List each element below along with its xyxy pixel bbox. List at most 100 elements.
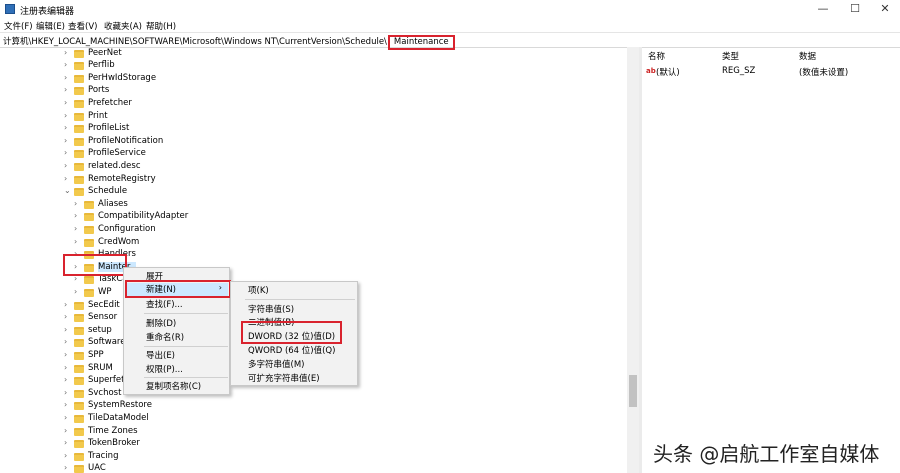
- folder-icon: [74, 452, 84, 461]
- maximize-button[interactable]: ☐: [840, 0, 870, 18]
- tree-node[interactable]: › Svchost: [0, 388, 620, 401]
- close-button[interactable]: ✕: [870, 0, 900, 18]
- ctx-export[interactable]: 导出(E): [146, 349, 175, 362]
- chevron-right-icon[interactable]: ›: [64, 388, 72, 397]
- chevron-right-icon[interactable]: ›: [64, 325, 72, 334]
- dword-highlight: [241, 321, 342, 344]
- submenu-key[interactable]: 项(K): [248, 284, 269, 297]
- value-type: REG_SZ: [722, 66, 756, 76]
- chevron-right-icon[interactable]: ›: [64, 463, 72, 472]
- values-list[interactable]: 名称 类型 数据 ab (默认) REG_SZ (数值未设置): [642, 47, 900, 473]
- chevron-right-icon[interactable]: ›: [64, 413, 72, 422]
- ctx-permissions[interactable]: 权限(P)...: [146, 363, 183, 376]
- tree-node[interactable]: › CredWom: [0, 237, 620, 250]
- tree-node[interactable]: › ProfileList: [0, 123, 620, 136]
- menu-view[interactable]: 查看(V): [68, 20, 97, 32]
- ctx-rename[interactable]: 重命名(R): [146, 331, 184, 344]
- submenu-expandable-string-value[interactable]: 可扩充字符串值(E): [248, 372, 320, 385]
- chevron-right-icon[interactable]: ›: [74, 224, 82, 233]
- chevron-right-icon[interactable]: ›: [64, 400, 72, 409]
- watermark-text: 头条 @启航工作室自媒体: [653, 442, 880, 466]
- submenu-string-value[interactable]: 字符串值(S): [248, 303, 294, 316]
- chevron-right-icon[interactable]: ›: [64, 73, 72, 82]
- chevron-right-icon[interactable]: ›: [64, 111, 72, 120]
- tree-node[interactable]: › Prefetcher: [0, 98, 620, 111]
- value-row[interactable]: ab (默认) REG_SZ (数值未设置): [642, 66, 900, 78]
- tree-node[interactable]: › ProfileNotification: [0, 136, 620, 149]
- chevron-down-icon[interactable]: ⌄: [64, 186, 72, 195]
- tree-node[interactable]: › Ports: [0, 85, 620, 98]
- tree-node[interactable]: › PeerNet: [0, 48, 620, 61]
- folder-icon: [84, 288, 94, 297]
- menu-favorites[interactable]: 收藏夹(A): [104, 20, 142, 32]
- chevron-right-icon[interactable]: ›: [64, 60, 72, 69]
- chevron-right-icon[interactable]: ›: [64, 337, 72, 346]
- tree-node[interactable]: › PerHwIdStorage: [0, 73, 620, 86]
- chevron-right-icon[interactable]: ›: [74, 199, 82, 208]
- address-bar[interactable]: 计算机\HKEY_LOCAL_MACHINE\SOFTWARE\Microsof…: [0, 32, 900, 50]
- tree-node[interactable]: › TileDataModel: [0, 413, 620, 426]
- chevron-right-icon[interactable]: ›: [64, 174, 72, 183]
- chevron-right-icon[interactable]: ›: [64, 123, 72, 132]
- tree-node-label: ProfileService: [88, 148, 146, 159]
- folder-icon: [74, 339, 84, 348]
- chevron-right-icon[interactable]: ›: [64, 451, 72, 460]
- submenu-multi-string-value[interactable]: 多字符串值(M): [248, 358, 304, 371]
- chevron-right-icon[interactable]: ›: [64, 136, 72, 145]
- chevron-right-icon[interactable]: ›: [64, 312, 72, 321]
- tree-node[interactable]: › ProfileService: [0, 148, 620, 161]
- folder-icon: [74, 188, 84, 197]
- tree-node[interactable]: › UAC: [0, 463, 620, 473]
- chevron-right-icon[interactable]: ›: [64, 426, 72, 435]
- tree-node[interactable]: › SystemRestore: [0, 400, 620, 413]
- chevron-right-icon[interactable]: ›: [64, 48, 72, 57]
- tree-node[interactable]: › RemoteRegistry: [0, 174, 620, 187]
- chevron-right-icon[interactable]: ›: [64, 85, 72, 94]
- tree-node[interactable]: › TokenBroker: [0, 438, 620, 451]
- tree-scrollbar[interactable]: [627, 47, 639, 473]
- menu-edit[interactable]: 编辑(E): [36, 20, 65, 32]
- tree-node-label: Time Zones: [88, 425, 138, 436]
- scrollbar-thumb[interactable]: [629, 375, 637, 407]
- chevron-right-icon[interactable]: ›: [64, 161, 72, 170]
- submenu-qword-value[interactable]: QWORD (64 位)值(Q): [248, 344, 335, 357]
- menu-help[interactable]: 帮助(H): [146, 20, 176, 32]
- tree-node[interactable]: › Configuration: [0, 224, 620, 237]
- folder-icon: [74, 162, 84, 171]
- chevron-right-icon[interactable]: ›: [64, 148, 72, 157]
- folder-icon: [74, 377, 84, 386]
- chevron-right-icon[interactable]: ›: [64, 98, 72, 107]
- tree-node-label: SecEdit: [88, 299, 120, 310]
- tree-node-label: Tracing: [88, 450, 119, 461]
- chevron-right-icon[interactable]: ›: [74, 211, 82, 220]
- chevron-right-icon[interactable]: ›: [64, 438, 72, 447]
- minimize-button[interactable]: —: [808, 0, 838, 18]
- address-prefix: 计算机\HKEY_LOCAL_MACHINE\SOFTWARE\Microsof…: [3, 37, 387, 47]
- chevron-right-icon[interactable]: ›: [74, 237, 82, 246]
- chevron-right-icon[interactable]: ›: [74, 287, 82, 296]
- window-title: 注册表编辑器: [20, 7, 75, 17]
- tree-node[interactable]: › Perflib: [0, 60, 620, 73]
- folder-icon: [74, 74, 84, 83]
- ctx-copy-key-name[interactable]: 复制项名称(C): [146, 380, 201, 393]
- tree-node[interactable]: › CompatibilityAdapter: [0, 211, 620, 224]
- ctx-find[interactable]: 查找(F)...: [146, 298, 183, 311]
- tree-node-label: ProfileList: [88, 123, 130, 134]
- chevron-right-icon[interactable]: ›: [64, 300, 72, 309]
- column-name[interactable]: 名称: [648, 50, 665, 62]
- tree-node[interactable]: › Time Zones: [0, 426, 620, 439]
- tree-node[interactable]: › Print: [0, 111, 620, 124]
- tree-node-label: Schedule: [88, 186, 128, 197]
- tree-node[interactable]: › Tracing: [0, 451, 620, 464]
- tree-node[interactable]: ⌄ Schedule: [0, 186, 620, 199]
- tree-node[interactable]: › Aliases: [0, 199, 620, 212]
- column-type[interactable]: 类型: [722, 50, 739, 62]
- tree-node[interactable]: › related.desc: [0, 161, 620, 174]
- chevron-right-icon[interactable]: ›: [64, 363, 72, 372]
- ctx-delete[interactable]: 删除(D): [146, 317, 176, 330]
- column-data[interactable]: 数据: [799, 50, 816, 62]
- chevron-right-icon[interactable]: ›: [64, 350, 72, 359]
- menu-file[interactable]: 文件(F): [4, 20, 33, 32]
- tree-node-label: Ports: [88, 85, 110, 96]
- chevron-right-icon[interactable]: ›: [64, 375, 72, 384]
